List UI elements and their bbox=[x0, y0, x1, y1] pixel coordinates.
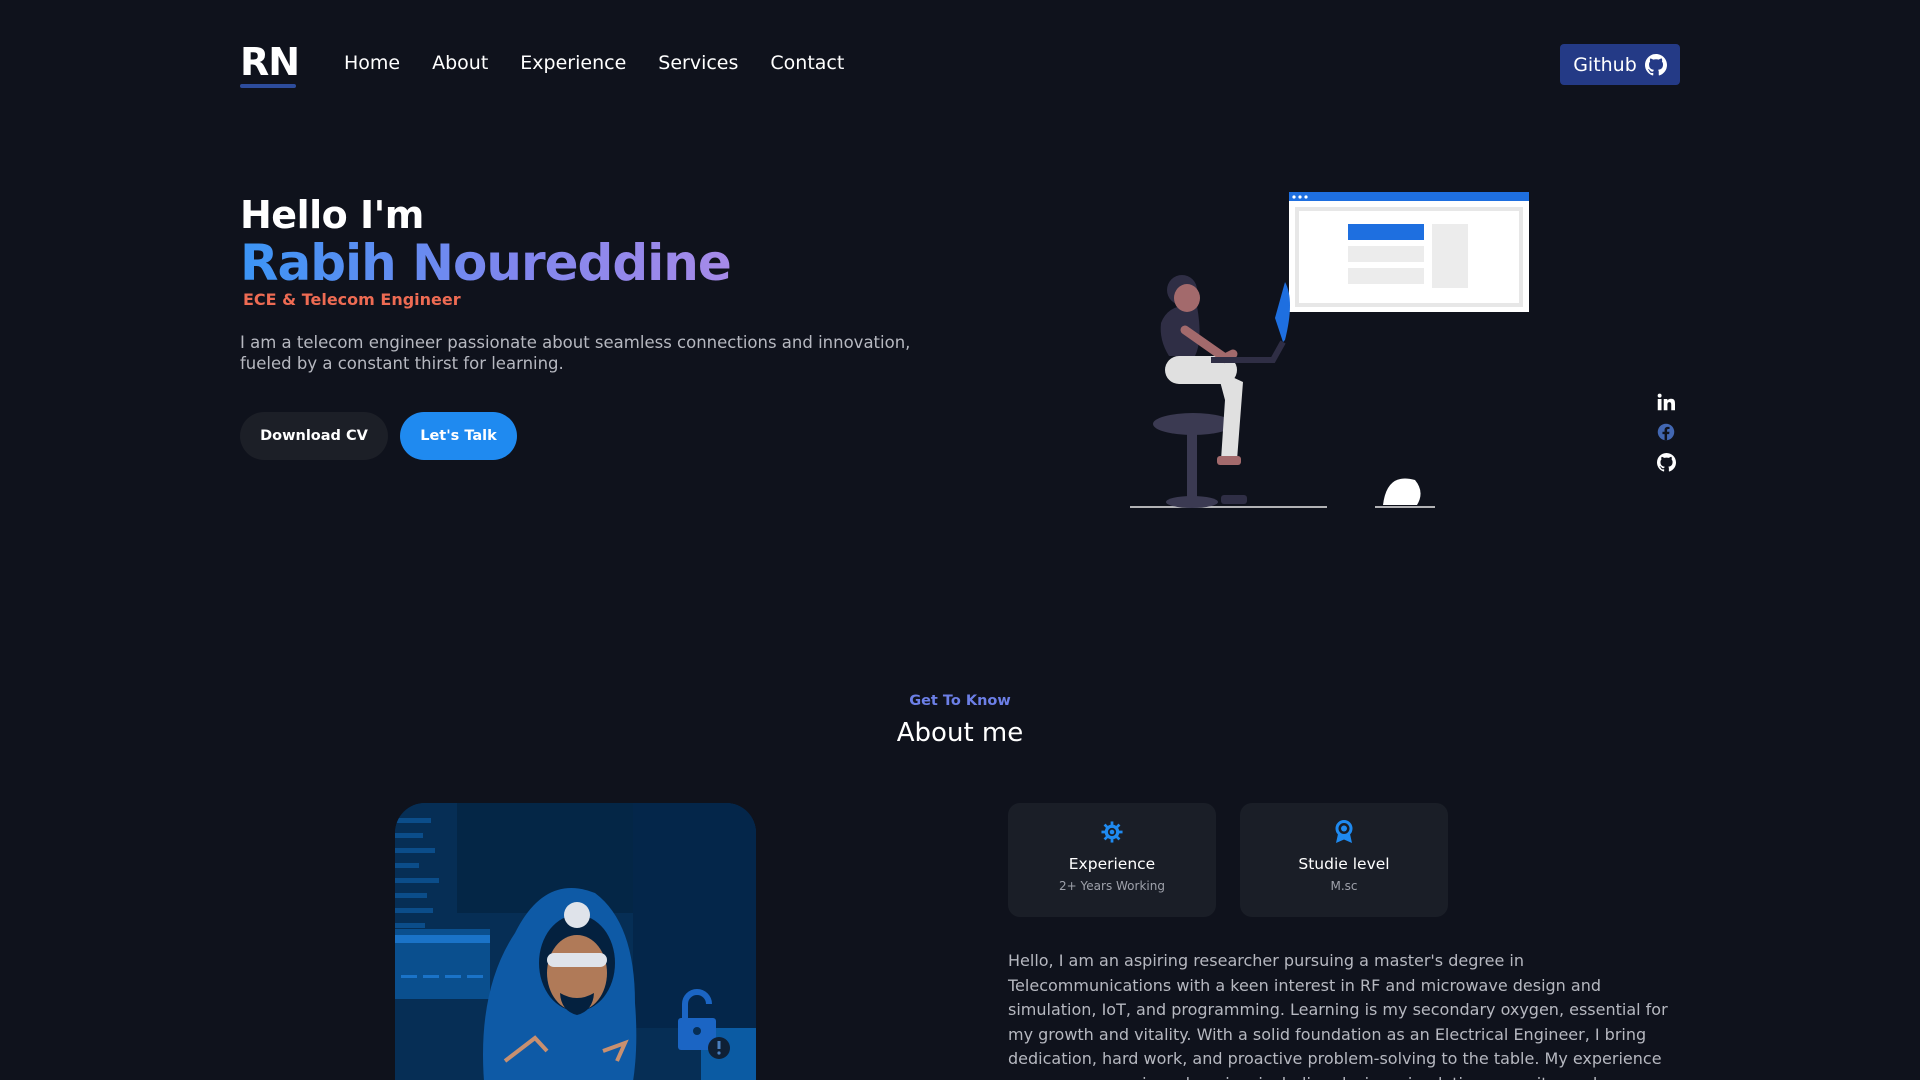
facebook-icon bbox=[1657, 423, 1675, 441]
logo-underline bbox=[240, 84, 296, 88]
nav-about[interactable]: About bbox=[432, 52, 488, 74]
lets-talk-button[interactable]: Let's Talk bbox=[400, 412, 517, 460]
github-button[interactable]: Github bbox=[1560, 44, 1680, 85]
about-image bbox=[395, 803, 756, 1080]
experience-card-subtitle: 2+ Years Working bbox=[1059, 879, 1165, 893]
github-button-label: Github bbox=[1573, 53, 1637, 76]
study-level-card-title: Studie level bbox=[1298, 855, 1390, 873]
linkedin-icon bbox=[1657, 393, 1675, 411]
hero-role: ECE & Telecom Engineer bbox=[243, 290, 461, 309]
download-cv-button[interactable]: Download CV bbox=[240, 412, 388, 460]
github-link[interactable] bbox=[1656, 452, 1676, 472]
award-icon bbox=[1331, 819, 1357, 845]
github-icon bbox=[1656, 452, 1676, 472]
site-logo[interactable]: RN bbox=[240, 40, 300, 84]
linkedin-link[interactable] bbox=[1656, 392, 1676, 412]
study-level-card: Studie level M.sc bbox=[1240, 803, 1448, 917]
facebook-link[interactable] bbox=[1656, 422, 1676, 442]
nav-services[interactable]: Services bbox=[658, 52, 738, 74]
hero-illustration bbox=[1130, 192, 1529, 508]
study-level-card-subtitle: M.sc bbox=[1330, 879, 1358, 893]
about-kicker: Get To Know bbox=[909, 693, 1011, 709]
social-links bbox=[1656, 392, 1676, 472]
nav-experience[interactable]: Experience bbox=[520, 52, 626, 74]
hero-name: Rabih Noureddine bbox=[240, 234, 732, 292]
about-description: Hello, I am an aspiring researcher pursu… bbox=[1008, 951, 1668, 1080]
experience-card: Experience 2+ Years Working bbox=[1008, 803, 1216, 917]
hero-greeting: Hello I'm bbox=[240, 193, 424, 237]
nav-contact[interactable]: Contact bbox=[770, 52, 844, 74]
gear-icon bbox=[1099, 819, 1125, 845]
portfolio-page: RN Home About Experience Services Contac… bbox=[0, 0, 1920, 1080]
main-nav: Home About Experience Services Contact bbox=[344, 52, 844, 74]
hero-description: I am a telecom engineer passionate about… bbox=[240, 333, 911, 373]
experience-card-title: Experience bbox=[1068, 855, 1156, 873]
github-icon bbox=[1644, 53, 1667, 75]
nav-home[interactable]: Home bbox=[344, 52, 400, 74]
about-title: About me bbox=[896, 718, 1024, 748]
